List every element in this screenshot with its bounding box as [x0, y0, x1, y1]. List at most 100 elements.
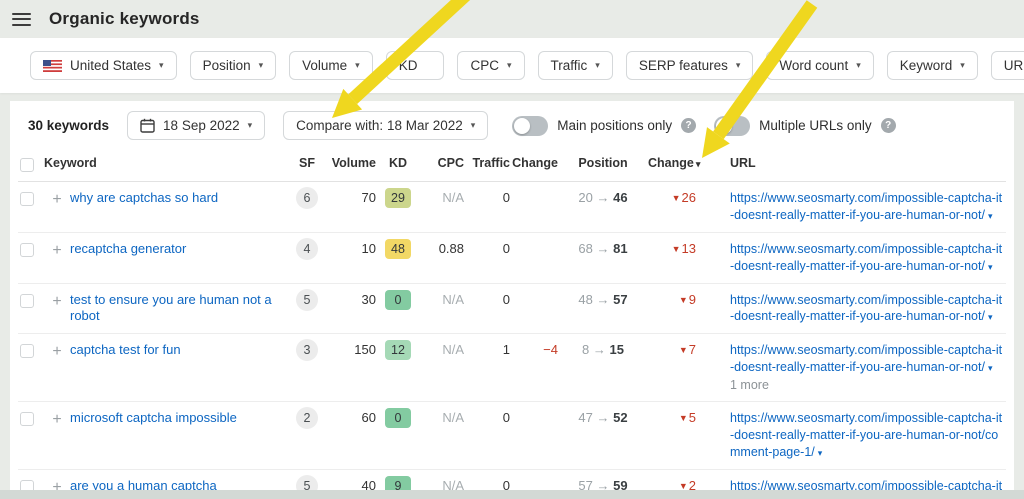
screenshot-bottom-edge [0, 490, 1024, 499]
kd-badge: 12 [385, 340, 411, 360]
filter-traffic-label: Traffic [551, 58, 588, 73]
traffic-value: 0 [464, 410, 510, 427]
calendar-icon [140, 118, 155, 133]
chevron-down-icon: ▾ [595, 61, 600, 70]
sf-badge: 2 [296, 407, 318, 429]
filter-word-count[interactable]: Word count ▾ [766, 51, 873, 80]
row-checkbox[interactable] [20, 294, 34, 308]
url-link[interactable]: https://www.seosmarty.com/impossible-cap… [730, 293, 1002, 324]
date-picker-button[interactable]: 18 Sep 2022 ▾ [127, 111, 265, 140]
url-caret-down-icon[interactable]: ▾ [988, 363, 993, 373]
triangle-down-icon: ▼ [679, 295, 688, 305]
expand-plus-icon[interactable]: + [44, 342, 70, 363]
multiple-urls-toggle-group: Multiple URLs only ? [714, 116, 896, 136]
position-change-number: 9 [689, 292, 696, 307]
compare-with-button[interactable]: Compare with: 18 Mar 2022 ▾ [283, 111, 488, 140]
traffic-value: 0 [464, 241, 510, 258]
kd-badge: 0 [385, 290, 411, 310]
table-row: + recaptcha generator 4 10 48 0.88 0 68 … [18, 233, 1006, 284]
position-cell: 48 → 57 [558, 292, 648, 309]
menu-icon[interactable] [12, 9, 31, 29]
cpc-value: N/A [442, 410, 464, 425]
help-icon[interactable]: ? [881, 118, 896, 133]
column-header-change-traffic[interactable]: Change [510, 156, 558, 170]
table-row: + microsoft captcha impossible 2 60 0 N/… [18, 402, 1006, 470]
url-caret-down-icon[interactable]: ▾ [818, 448, 823, 458]
position-change-number: 26 [682, 190, 696, 205]
url-link[interactable]: https://www.seosmarty.com/impossible-cap… [730, 343, 1002, 374]
column-header-cpc[interactable]: CPC [420, 156, 464, 170]
filter-keyword-label: Keyword [900, 58, 953, 73]
url-link[interactable]: https://www.seosmarty.com/impossible-cap… [730, 242, 1002, 273]
column-header-sf[interactable]: SF [286, 156, 328, 170]
expand-plus-icon[interactable]: + [44, 292, 70, 313]
table-toolbar: 30 keywords 18 Sep 2022 ▾ Compare with: … [18, 101, 1006, 149]
cpc-value: N/A [442, 342, 464, 357]
filter-url[interactable]: URL ▾ [991, 51, 1024, 80]
column-header-volume[interactable]: Volume [328, 156, 376, 170]
column-header-keyword[interactable]: Keyword [44, 156, 286, 170]
expand-plus-icon[interactable]: + [44, 410, 70, 431]
main-positions-toggle[interactable] [512, 116, 548, 136]
column-header-url[interactable]: URL [704, 156, 1006, 170]
volume-value: 70 [328, 190, 376, 207]
select-all-checkbox[interactable] [20, 158, 34, 172]
filter-volume[interactable]: Volume ▾ [289, 51, 373, 80]
chevron-down-icon: ▾ [248, 121, 253, 130]
position-cell: 20 → 46 [558, 190, 648, 207]
multiple-urls-label: Multiple URLs only [759, 118, 872, 133]
keyword-link[interactable]: microsoft captcha impossible [70, 410, 237, 425]
expand-plus-icon[interactable]: + [44, 190, 70, 211]
column-header-traffic[interactable]: Traffic [464, 156, 510, 170]
filter-serp-features[interactable]: SERP features ▾ [626, 51, 754, 80]
column-header-change-position[interactable]: Change▾ [648, 156, 704, 170]
sort-caret-down-icon: ▾ [696, 159, 701, 169]
url-link[interactable]: https://www.seosmarty.com/impossible-cap… [730, 191, 1002, 222]
url-caret-down-icon[interactable]: ▾ [988, 211, 993, 221]
row-checkbox[interactable] [20, 243, 34, 257]
row-checkbox[interactable] [20, 344, 34, 358]
filter-traffic[interactable]: Traffic ▾ [538, 51, 613, 80]
filter-kd[interactable]: KD [386, 51, 445, 80]
column-header-kd[interactable]: KD [376, 156, 420, 170]
triangle-down-icon: ▼ [679, 413, 688, 423]
position-to: 52 [613, 410, 627, 425]
arrow-right-icon: → [597, 410, 610, 425]
expand-plus-icon[interactable]: + [44, 241, 70, 262]
filter-country[interactable]: United States ▾ [30, 51, 177, 80]
help-icon[interactable]: ? [681, 118, 696, 133]
position-cell: 8 → 15 [558, 342, 648, 359]
position-change-value: ▼13 [672, 241, 696, 256]
url-caret-down-icon[interactable]: ▾ [988, 312, 993, 322]
chevron-down-icon: ▾ [355, 61, 360, 70]
filter-position[interactable]: Position ▾ [190, 51, 277, 80]
date-picker-label: 18 Sep 2022 [163, 118, 240, 133]
filter-position-label: Position [203, 58, 251, 73]
keyword-link[interactable]: why are captchas so hard [70, 190, 218, 205]
url-link[interactable]: https://www.seosmarty.com/impossible-cap… [730, 411, 1002, 459]
position-change-value: ▼26 [672, 190, 696, 205]
chevron-down-icon: ▾ [507, 61, 512, 70]
kd-badge: 48 [385, 239, 411, 259]
triangle-down-icon: ▼ [672, 244, 681, 254]
position-from: 68 [578, 241, 592, 256]
keyword-link[interactable]: test to ensure you are human not a robot [70, 292, 272, 324]
row-checkbox[interactable] [20, 412, 34, 426]
sf-badge: 4 [296, 238, 318, 260]
position-change-number: 7 [689, 342, 696, 357]
filter-keyword[interactable]: Keyword ▾ [887, 51, 978, 80]
url-more-label[interactable]: 1 more [730, 377, 1006, 393]
filter-cpc[interactable]: CPC ▾ [457, 51, 524, 80]
keyword-link[interactable]: captcha test for fun [70, 342, 181, 357]
row-checkbox[interactable] [20, 192, 34, 206]
filter-cpc-label: CPC [470, 58, 499, 73]
us-flag-icon [43, 60, 62, 72]
column-header-position[interactable]: Position [558, 156, 648, 170]
position-cell: 47 → 52 [558, 410, 648, 427]
chevron-down-icon: ▾ [259, 61, 264, 70]
keyword-link[interactable]: recaptcha generator [70, 241, 186, 256]
multiple-urls-toggle[interactable] [714, 116, 750, 136]
sf-badge: 3 [296, 339, 318, 361]
position-from: 20 [578, 190, 592, 205]
url-caret-down-icon[interactable]: ▾ [988, 262, 993, 272]
